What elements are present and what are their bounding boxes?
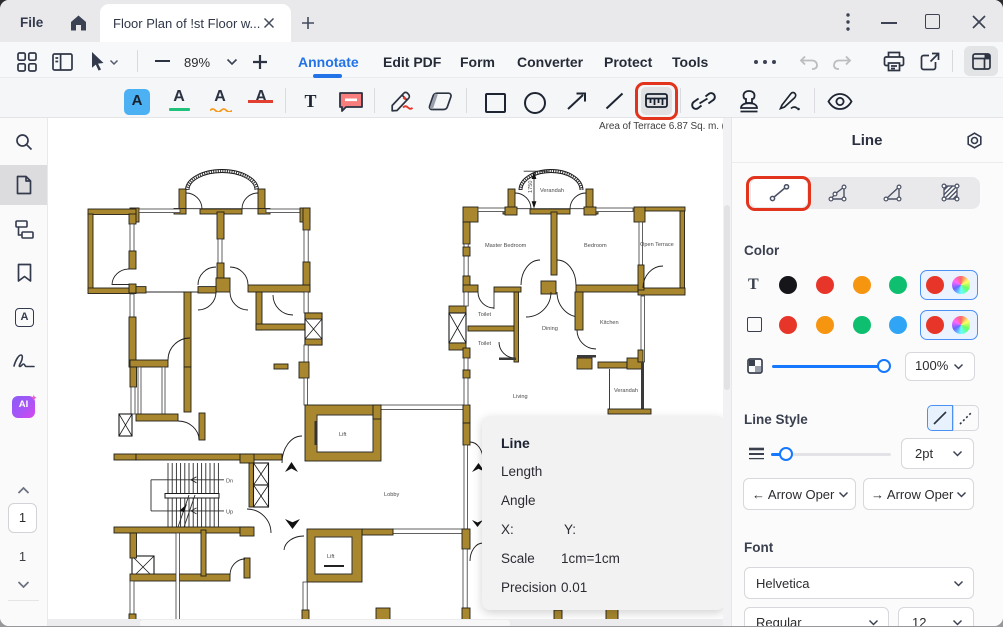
svg-text:Toilet: Toilet: [478, 312, 492, 318]
svg-text:Toilet: Toilet: [478, 341, 492, 347]
svg-text:Up: Up: [226, 509, 233, 515]
svg-text:Open Terrace: Open Terrace: [640, 242, 674, 248]
svg-text:Bedroom: Bedroom: [584, 243, 607, 249]
svg-text:Kitchen: Kitchen: [600, 320, 619, 326]
svg-text:Dining: Dining: [542, 326, 558, 332]
svg-text:Area of Terrace 6.87 Sq. m. (: Area of Terrace 6.87 Sq. m. (: [599, 121, 723, 132]
svg-text:Lobby: Lobby: [384, 492, 399, 498]
svg-text:Dn: Dn: [226, 478, 233, 484]
svg-text:Lift: Lift: [339, 432, 347, 438]
svg-text:1750: 1750: [528, 181, 534, 193]
svg-text:Lift: Lift: [327, 554, 335, 560]
svg-text:Living: Living: [513, 394, 528, 400]
svg-text:Master Bedroom: Master Bedroom: [485, 243, 527, 249]
svg-text:Verandah: Verandah: [614, 388, 638, 394]
svg-text:Verandah: Verandah: [540, 188, 564, 194]
